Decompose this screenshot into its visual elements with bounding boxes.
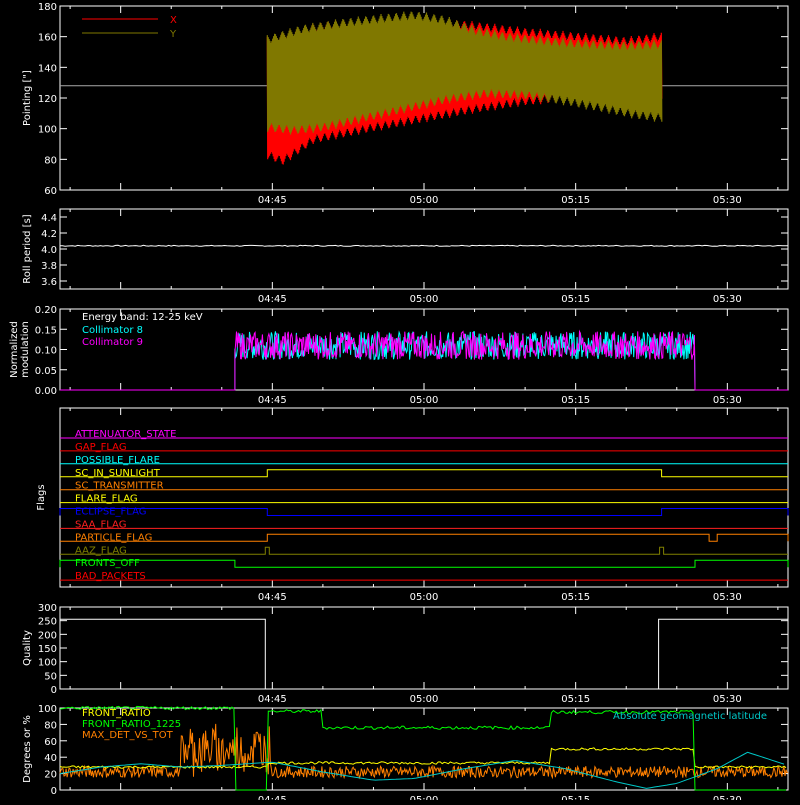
x-tick-label: 05:30 <box>713 592 742 603</box>
chart-figure: 04:4505:0005:1505:3005:4506:00Pointing [… <box>0 0 800 805</box>
y-tick-label: 140 <box>38 63 57 74</box>
y-tick-label: 100 <box>38 658 57 669</box>
y-tick-label: 0.05 <box>35 366 57 377</box>
y-tick-label: 250 <box>38 617 57 628</box>
x-tick-label: 04:45 <box>258 395 287 406</box>
legend-label: FRONT_RATIO_1225 <box>82 719 181 730</box>
chart-stage: 04:4505:0005:1505:3005:4506:00Pointing [… <box>0 0 800 805</box>
x-tick-label: 05:00 <box>410 795 439 800</box>
x-tick-label: 05:00 <box>410 395 439 406</box>
legend-label: FRONT_RATIO <box>82 708 151 719</box>
x-tick-label: 05:30 <box>713 195 742 206</box>
y-tick-label: 4.2 <box>41 229 57 240</box>
x-tick-label: 05:00 <box>410 592 439 603</box>
legend-label: Y <box>169 29 177 40</box>
y-tick-label: 200 <box>38 630 57 641</box>
y-tick-label: 20 <box>44 770 57 781</box>
x-tick-label: 04:45 <box>258 592 287 603</box>
latitude-label: Absolute geomagnetic latitude <box>613 711 767 722</box>
y-tick-label: 100 <box>38 704 57 715</box>
x-tick-label: 05:30 <box>713 795 742 800</box>
y-tick-label: 160 <box>38 33 57 44</box>
y-tick-label: 40 <box>44 753 57 764</box>
y-tick-label: 120 <box>38 94 57 105</box>
y-axis-label: Normalized <box>9 321 20 378</box>
y-tick-label: 0.10 <box>35 346 57 357</box>
x-tick-label: 04:45 <box>258 795 287 800</box>
y-tick-label: 3.6 <box>41 277 57 288</box>
y-tick-label: 150 <box>38 644 57 655</box>
y-axis-label: Quality <box>22 630 33 666</box>
y-axis-label: Roll period [s] <box>22 214 33 283</box>
x-tick-label: 05:00 <box>410 694 439 705</box>
chart-background <box>0 0 800 800</box>
y-tick-label: 0.20 <box>35 305 57 316</box>
y-tick-label: 300 <box>38 603 57 614</box>
y-tick-label: 80 <box>44 720 57 731</box>
y-tick-label: 4.4 <box>41 213 57 224</box>
x-tick-label: 05:30 <box>713 294 742 305</box>
y-tick-label: 50 <box>44 671 57 682</box>
x-tick-label: 05:15 <box>561 592 590 603</box>
x-tick-label: 04:45 <box>258 294 287 305</box>
x-tick-label: 05:15 <box>561 395 590 406</box>
x-tick-label: 05:00 <box>410 294 439 305</box>
x-tick-label: 05:15 <box>561 294 590 305</box>
y-tick-label: 0.00 <box>35 386 57 397</box>
x-tick-label: 04:45 <box>258 195 287 206</box>
y-tick-label: 60 <box>44 186 57 197</box>
y-axis-label: Flags <box>36 484 47 510</box>
legend-label: X <box>170 15 177 26</box>
y-tick-label: 0.15 <box>35 325 57 336</box>
x-tick-label: 05:15 <box>561 795 590 800</box>
y-tick-label: 0 <box>51 786 57 797</box>
x-tick-label: 04:45 <box>258 694 287 705</box>
legend-label: Collimator 8 <box>82 325 143 336</box>
x-tick-label: 05:15 <box>561 195 590 206</box>
legend-label: MAX_DET_VS_TOT <box>82 730 174 741</box>
y-tick-label: 4.0 <box>41 245 57 256</box>
y-axis-label: Pointing ["] <box>22 70 33 126</box>
energy-band-label: Energy band: 12-25 keV <box>82 312 203 323</box>
y-tick-label: 180 <box>38 2 57 13</box>
y-tick-label: 100 <box>38 125 57 136</box>
y-axis-label: Degrees or % <box>22 715 33 783</box>
x-tick-label: 05:00 <box>410 195 439 206</box>
x-tick-label: 05:15 <box>561 694 590 705</box>
legend-label: Collimator 9 <box>82 337 143 348</box>
y-tick-label: 60 <box>44 737 57 748</box>
y-axis-label: modulation <box>20 321 31 378</box>
x-tick-label: 05:30 <box>713 694 742 705</box>
y-tick-label: 80 <box>44 155 57 166</box>
x-tick-label: 05:30 <box>713 395 742 406</box>
y-tick-label: 0 <box>51 685 57 696</box>
y-tick-label: 3.8 <box>41 261 57 272</box>
